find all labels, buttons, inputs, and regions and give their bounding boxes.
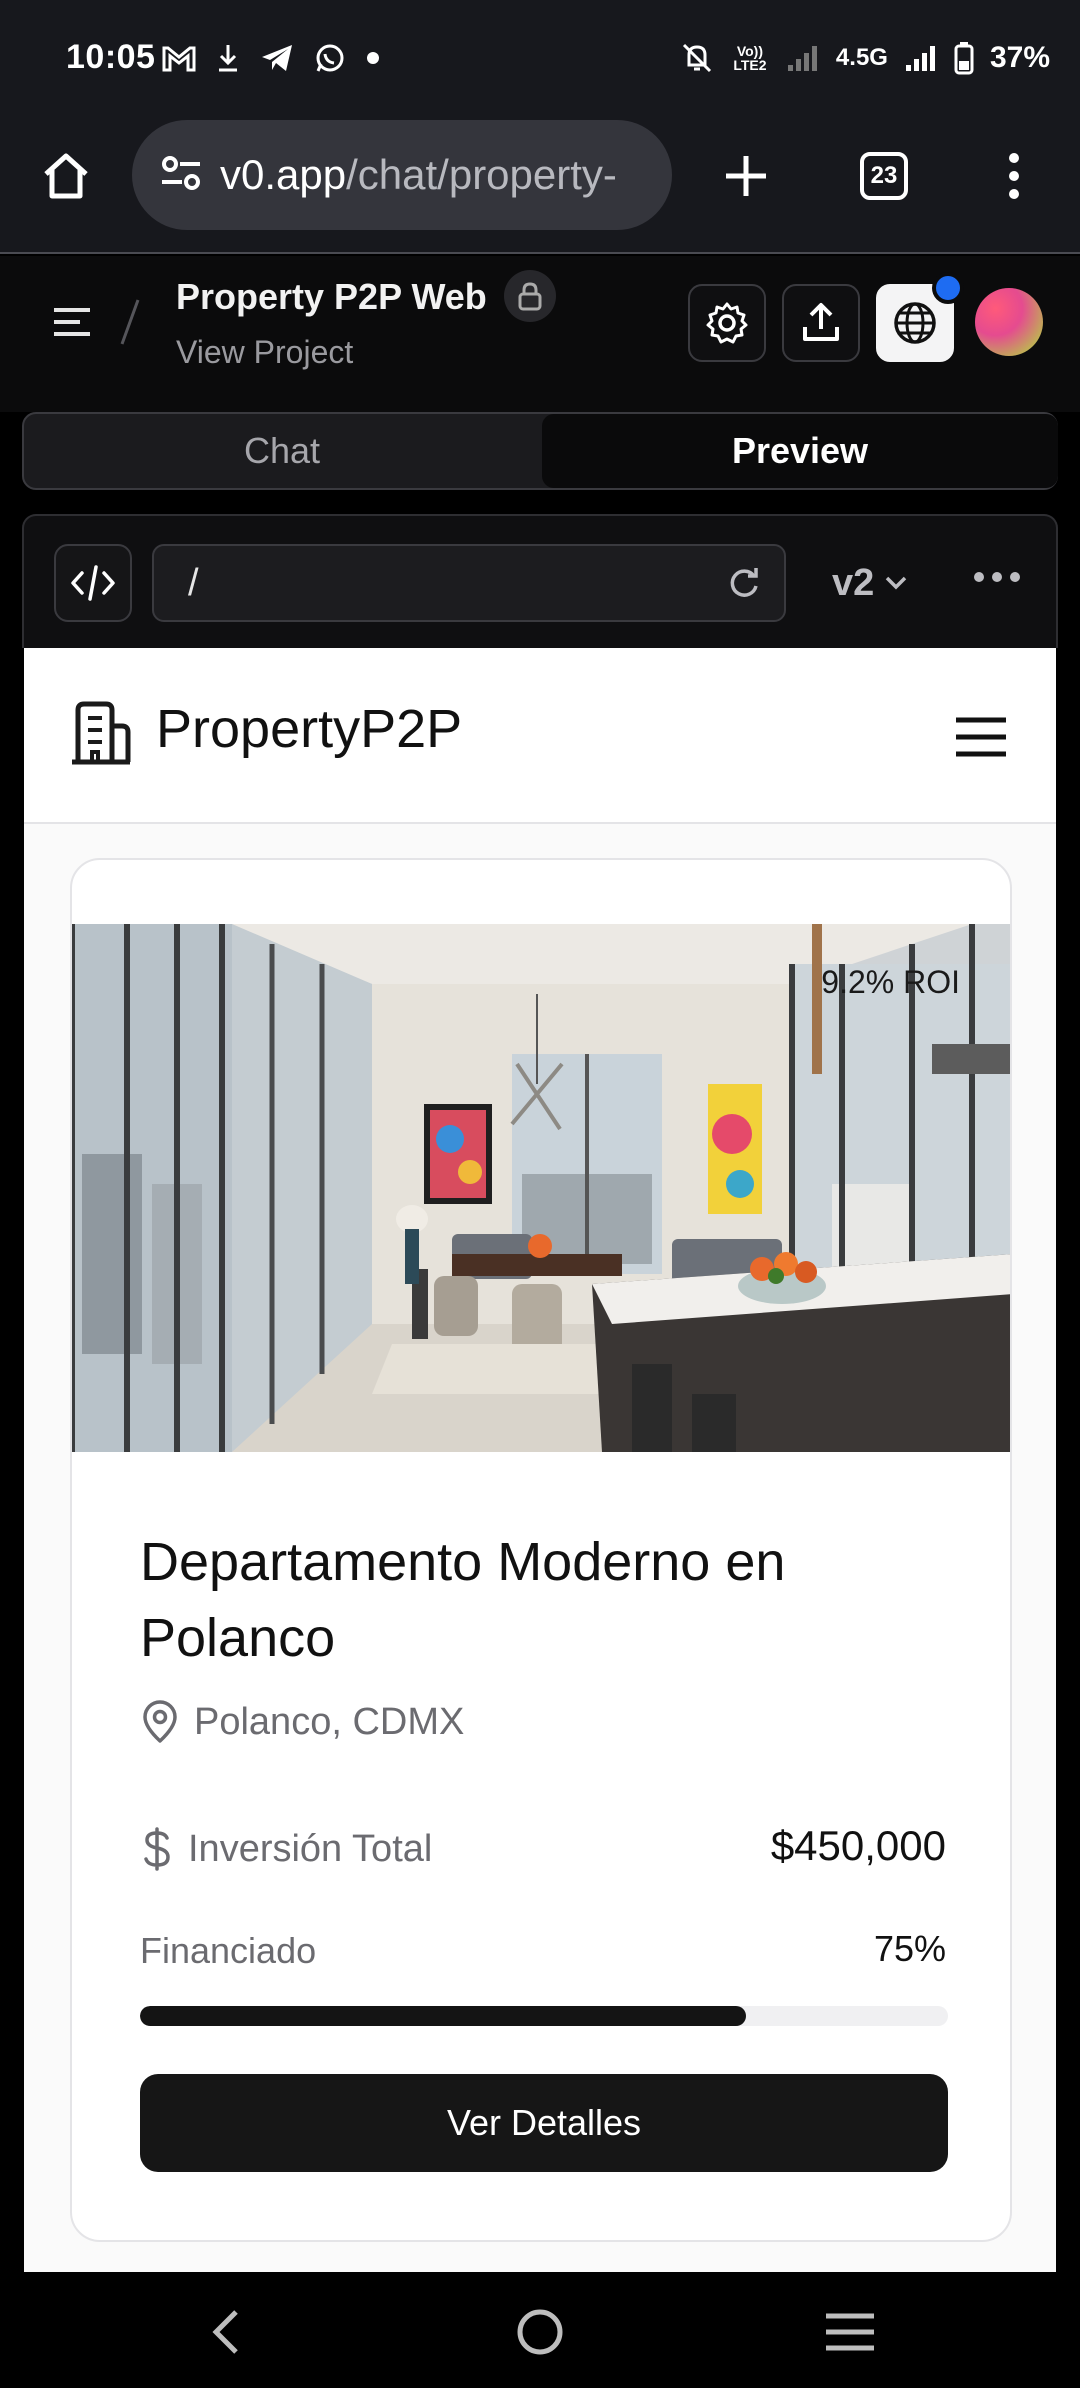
notification-dot bbox=[932, 272, 964, 304]
property-photo[interactable]: 9.2% ROI bbox=[72, 924, 1010, 1452]
map-pin-icon bbox=[143, 1700, 177, 1743]
system-icons: Vo)) LTE2 4.5G 37% bbox=[680, 36, 1050, 80]
globe-icon bbox=[894, 302, 936, 344]
project-title[interactable]: Property P2P Web bbox=[176, 276, 487, 318]
home-icon[interactable] bbox=[40, 150, 92, 202]
investment-value: $450,000 bbox=[770, 1822, 946, 1869]
breadcrumb-separator bbox=[120, 299, 140, 345]
telegram-icon bbox=[262, 45, 292, 71]
status-time: 10:05 bbox=[66, 38, 156, 76]
private-badge bbox=[504, 270, 556, 322]
site-navbar: PropertyP2P bbox=[24, 648, 1056, 824]
avatar[interactable] bbox=[975, 288, 1043, 356]
code-icon bbox=[71, 565, 115, 601]
view-toggle: Chat Preview bbox=[22, 412, 1058, 490]
whatsapp-icon bbox=[316, 44, 344, 72]
property-card: 9.2% ROI Departamento Moderno en Polanco… bbox=[70, 858, 1012, 2242]
version-select[interactable]: v2 bbox=[832, 544, 908, 622]
recents-icon[interactable] bbox=[824, 2312, 876, 2352]
back-icon[interactable] bbox=[208, 2308, 244, 2356]
preview-toolbar: / v2 bbox=[22, 514, 1058, 648]
funded-label: Financiado bbox=[140, 1930, 317, 1971]
status-bar: 10:05 Vo)) LTE2 4.5G 37% bbox=[0, 0, 1080, 120]
funding-progress-fill bbox=[140, 2006, 746, 2026]
signal-weak-icon bbox=[787, 46, 817, 71]
investment-label: Inversión Total bbox=[188, 1827, 433, 1870]
more-options-icon[interactable] bbox=[974, 572, 1020, 582]
sidebar-toggle-icon[interactable] bbox=[50, 300, 94, 344]
investment-label-row: Inversión Total bbox=[140, 1826, 432, 1872]
version-label: v2 bbox=[832, 561, 875, 604]
share-button[interactable] bbox=[782, 284, 860, 362]
dollar-icon bbox=[144, 1827, 170, 1871]
property-title[interactable]: Departamento Moderno en Polanco bbox=[140, 1524, 940, 1676]
code-view-button[interactable] bbox=[54, 544, 132, 622]
funding-progress-bar bbox=[140, 2006, 948, 2026]
project-subtitle[interactable]: View Project bbox=[176, 334, 353, 371]
app-header: Property P2P Web View Project bbox=[0, 256, 1080, 412]
apartment-image bbox=[72, 924, 1010, 1452]
tab-switcher-button[interactable]: 23 bbox=[860, 152, 908, 200]
view-details-button[interactable]: Ver Detalles bbox=[140, 2074, 948, 2172]
mute-icon bbox=[682, 43, 711, 73]
gmail-icon bbox=[162, 46, 196, 72]
dot-icon bbox=[367, 52, 379, 64]
address-bar[interactable]: v0.app/chat/property- bbox=[132, 120, 672, 230]
battery-icon bbox=[954, 42, 974, 75]
settings-button[interactable] bbox=[688, 284, 766, 362]
new-tab-icon[interactable] bbox=[720, 150, 772, 202]
building-icon bbox=[72, 701, 131, 765]
preview-frame: PropertyP2P 9.2% ROI Departamento Modern… bbox=[24, 648, 1056, 2272]
reload-icon[interactable] bbox=[726, 566, 762, 602]
tab-preview[interactable]: Preview bbox=[542, 414, 1058, 488]
site-brand[interactable]: PropertyP2P bbox=[156, 698, 462, 760]
url-path: /chat/property- bbox=[346, 151, 617, 198]
path-value: / bbox=[188, 561, 199, 604]
browser-menu-icon[interactable] bbox=[1000, 150, 1028, 202]
download-icon bbox=[219, 45, 237, 72]
site-settings-icon[interactable] bbox=[158, 150, 204, 196]
notification-icons bbox=[162, 38, 380, 78]
lock-icon bbox=[518, 282, 542, 311]
upload-icon bbox=[803, 303, 839, 341]
property-location: Polanco, CDMX bbox=[140, 1700, 464, 1744]
gear-icon bbox=[706, 302, 748, 344]
browser-toolbar: v0.app/chat/property- 23 bbox=[0, 120, 1080, 254]
chevron-down-icon bbox=[886, 576, 907, 590]
url-text[interactable]: v0.app/chat/property- bbox=[220, 151, 617, 199]
url-domain: v0.app bbox=[220, 151, 347, 198]
funded-value: 75% bbox=[873, 1928, 946, 1969]
system-nav-bar bbox=[0, 2272, 1080, 2388]
location-text: Polanco, CDMX bbox=[194, 1700, 465, 1743]
volte-label: Vo)) LTE2 bbox=[733, 43, 767, 73]
home-nav-icon[interactable] bbox=[516, 2308, 564, 2356]
battery-level: 37% bbox=[989, 41, 1050, 74]
network-type: 4.5G bbox=[835, 44, 888, 71]
roi-badge: 9.2% ROI bbox=[821, 964, 960, 1000]
preview-path-input[interactable]: / bbox=[152, 544, 786, 622]
tab-chat[interactable]: Chat bbox=[24, 414, 540, 488]
hamburger-menu-icon[interactable] bbox=[954, 716, 1008, 758]
signal-strong-icon bbox=[905, 46, 935, 71]
